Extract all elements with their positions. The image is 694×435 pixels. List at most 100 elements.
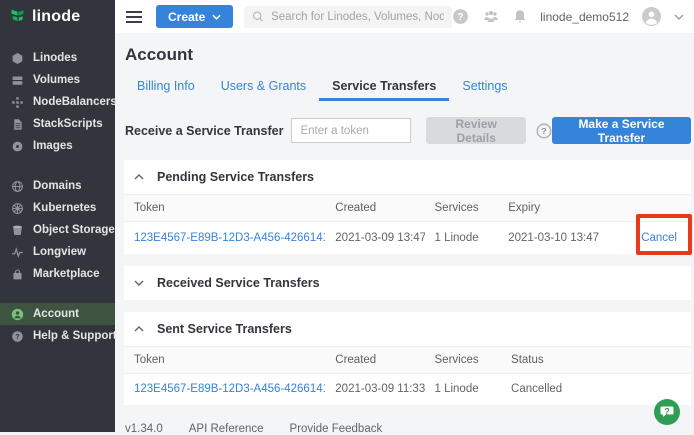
received-transfers-panel: Received Service Transfers [124,266,691,300]
pending-created-cell: 2021-03-09 13:47 [325,222,424,254]
sidebar-item-label: Longview [33,246,86,258]
sidebar-item-images[interactable]: Images [0,135,115,157]
sidebar-item-label: NodeBalancers [33,96,117,108]
search-bar [244,6,452,28]
tab-service-transfers[interactable]: Service Transfers [319,72,449,101]
sidebar-item-account[interactable]: Account [0,303,115,325]
sidebar-item-label: Account [33,308,79,320]
pending-section-title: Pending Service Transfers [157,170,314,184]
received-section-title: Received Service Transfers [157,276,320,290]
help-circle-icon: ? [11,330,24,343]
linode-cube-icon [11,52,24,65]
sent-created-cell: 2021-03-09 11:33 [325,373,424,405]
community-icon[interactable] [482,10,500,24]
volumes-icon [11,74,24,87]
chevron-up-icon [134,174,144,180]
token-input[interactable] [291,118,411,143]
pending-table-header-row: Token Created Services Expiry [124,195,691,222]
topbar-right: ? linode_demo512 [452,7,684,26]
review-details-button[interactable]: Review Details [426,117,525,144]
sidebar: linode Linodes Volumes NodeBalancers [0,0,115,432]
sidebar-item-longview[interactable]: Longview [0,241,115,263]
page-footer: v1.34.0 API Reference Provide Feedback [125,423,691,435]
nav-group-account: Account ? Help & Support [0,303,115,347]
chevron-up-icon [134,326,144,332]
nav-group-compute: Linodes Volumes NodeBalancers StackScrip… [0,47,115,157]
sidebar-item-label: Domains [33,180,82,192]
sent-table-header-row: Token Created Services Status [124,346,691,373]
sidebar-item-help-support[interactable]: ? Help & Support [0,325,115,347]
account-page: Account Billing Info Users & Grants Serv… [115,33,694,435]
make-service-transfer-button[interactable]: Make a Service Transfer [552,117,691,144]
sidebar-item-label: Images [33,140,73,152]
search-input[interactable] [271,11,444,23]
help-icon[interactable]: ? [452,8,469,25]
sidebar-item-label: Linodes [33,52,77,64]
main-column: Create ? linode_demo512 [115,0,694,432]
kubernetes-icon [11,202,24,215]
nav-group-services: Domains Kubernetes Object Storage Longvi… [0,175,115,285]
tab-users-grants[interactable]: Users & Grants [208,72,319,101]
tab-billing-info[interactable]: Billing Info [124,72,208,101]
menu-icon[interactable] [125,10,143,24]
cancel-transfer-link[interactable]: Cancel [641,232,677,244]
sidebar-item-volumes[interactable]: Volumes [0,69,115,91]
stackscripts-icon [11,118,24,131]
col-header-created: Created [325,195,424,222]
sent-transfers-table: Token Created Services Status 123E4567-E… [124,346,691,406]
svg-text:?: ? [15,331,20,340]
sent-accordion-header[interactable]: Sent Service Transfers [124,312,691,346]
svg-text:?: ? [458,12,464,23]
page-title: Account [125,45,691,65]
sidebar-item-label: Marketplace [33,268,99,280]
col-header-actions [612,195,691,222]
col-header-token: Token [124,195,325,222]
object-storage-icon [11,224,24,237]
pending-transfers-table: Token Created Services Expiry 123E4567-E… [124,194,691,254]
tab-settings[interactable]: Settings [449,72,520,101]
receive-transfer-label: Receive a Service Transfer [125,124,283,138]
username[interactable]: linode_demo512 [540,10,629,24]
create-button[interactable]: Create [156,5,233,28]
pending-table-row: 123E4567-E89B-12D3-A456-426614174000 202… [124,222,691,254]
account-menu-chevron-icon[interactable] [674,14,684,20]
search-icon [252,10,264,23]
avatar[interactable] [642,7,661,26]
sent-section-title: Sent Service Transfers [157,322,292,336]
chevron-down-icon [134,280,144,286]
account-tabs: Billing Info Users & Grants Service Tran… [124,72,691,101]
pending-token-link[interactable]: 123E4567-E89B-12D3-A456-426614174000 [134,232,325,244]
app-root: linode Linodes Volumes NodeBalancers [0,0,694,432]
pending-transfers-panel: Pending Service Transfers Token Created … [124,160,691,254]
received-accordion-header[interactable]: Received Service Transfers [124,266,691,300]
notifications-bell-icon[interactable] [513,9,527,24]
sidebar-nav: Linodes Volumes NodeBalancers StackScrip… [0,33,115,365]
sidebar-item-label: Object Storage [33,224,115,236]
sent-transfers-panel: Sent Service Transfers Token Created Ser… [124,312,691,406]
provide-feedback-link[interactable]: Provide Feedback [290,423,383,435]
sidebar-item-nodebalancers[interactable]: NodeBalancers [0,91,115,113]
sidebar-item-object-storage[interactable]: Object Storage [0,219,115,241]
longview-icon [11,246,24,259]
sent-table-row: 123E4567-E89B-12D3-A456-426614174001 202… [124,373,691,405]
marketplace-icon [11,268,24,281]
sent-token-link[interactable]: 123E4567-E89B-12D3-A456-426614174001 [134,383,325,395]
pending-accordion-header[interactable]: Pending Service Transfers [124,160,691,194]
sidebar-item-stackscripts[interactable]: StackScripts [0,113,115,135]
help-fab-button[interactable]: ? [653,398,681,426]
sidebar-item-linodes[interactable]: Linodes [0,47,115,69]
domains-globe-icon [11,180,24,193]
sidebar-item-kubernetes[interactable]: Kubernetes [0,197,115,219]
token-help-icon[interactable]: ? [536,123,552,139]
pending-expiry-cell: 2021-03-10 13:47 [498,222,611,254]
logo-text: linode [32,8,80,26]
chevron-down-icon [212,14,221,20]
api-reference-link[interactable]: API Reference [189,423,264,435]
app-version: v1.34.0 [125,423,163,435]
topbar: Create ? linode_demo512 [115,0,694,33]
linode-logo[interactable]: linode [0,0,115,33]
sidebar-item-domains[interactable]: Domains [0,175,115,197]
sent-services-cell: 1 Linode [425,373,502,405]
col-header-status: Status [501,346,691,373]
sidebar-item-marketplace[interactable]: Marketplace [0,263,115,285]
